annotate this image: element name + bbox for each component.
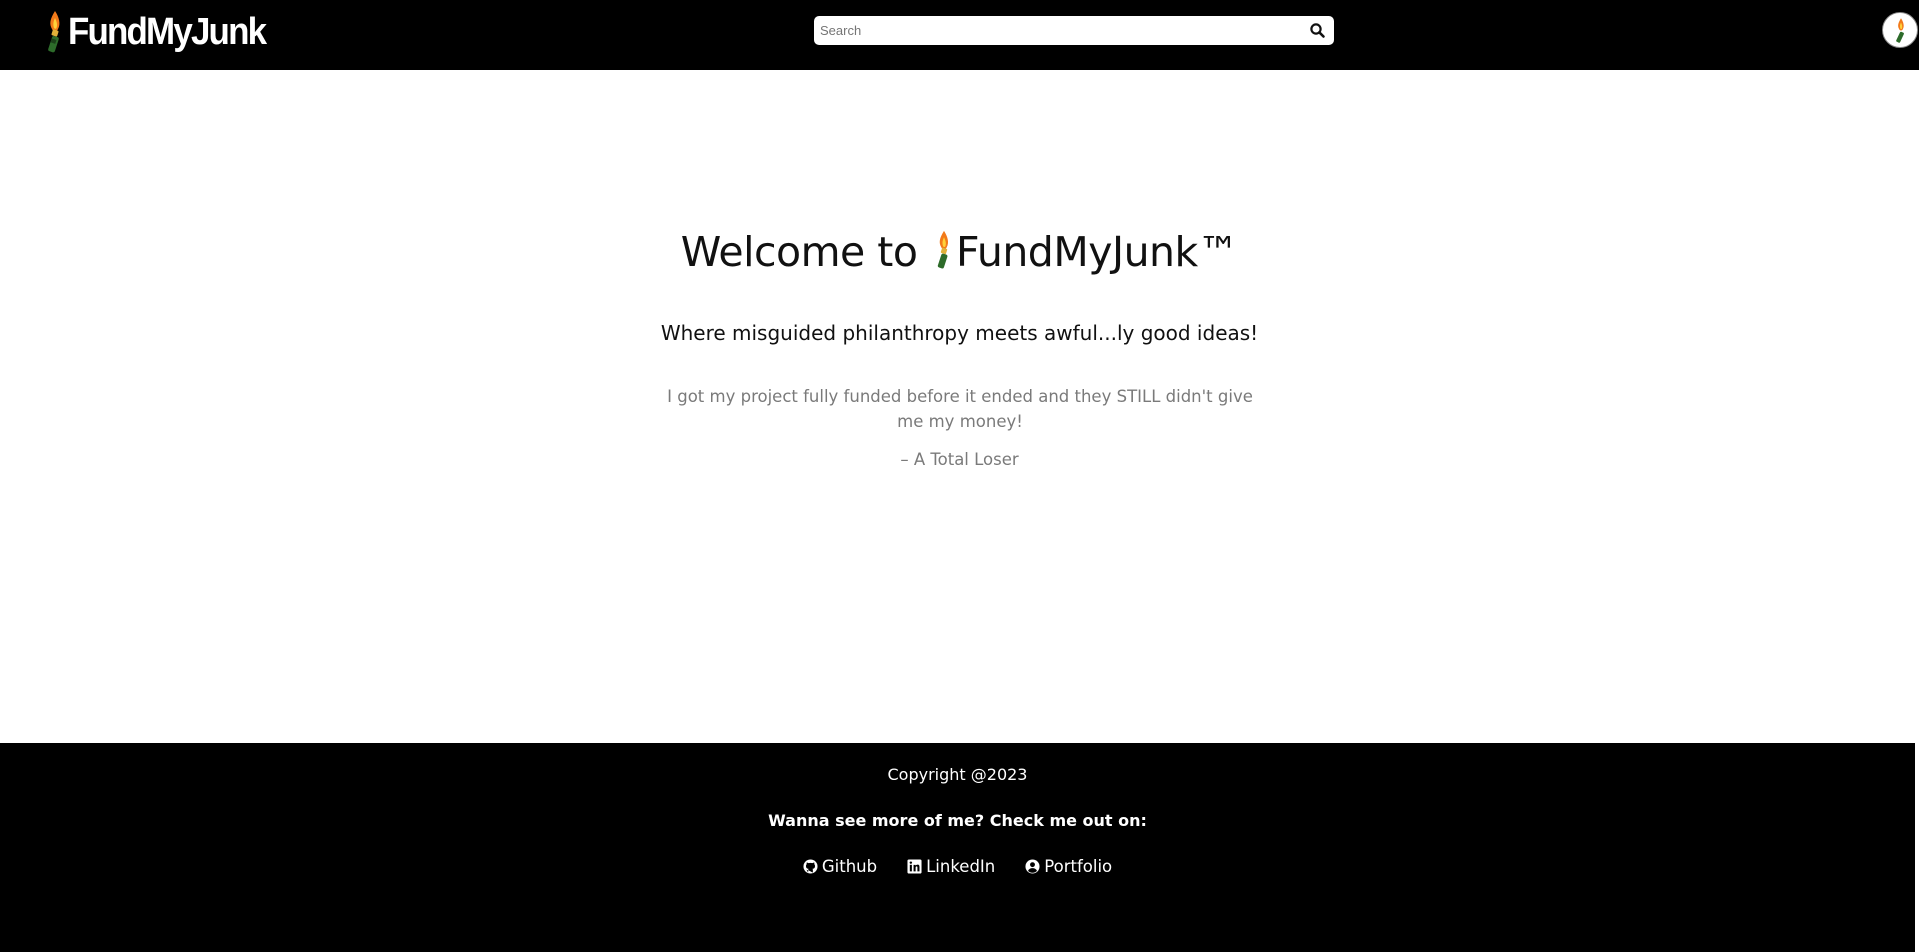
search-bar: [814, 16, 1334, 45]
page-edge: [1915, 743, 1919, 952]
github-link-label: Github: [821, 857, 878, 876]
welcome-heading: Welcome to FundMyJunk™: [0, 228, 1919, 276]
github-icon: [803, 859, 818, 874]
tagline: Where misguided philanthropy meets awful…: [660, 321, 1259, 345]
testimonial-quote: I got my project fully funded before it …: [667, 387, 1253, 431]
torch-icon: [937, 230, 949, 269]
copyright-text: Copyright @2023: [887, 765, 1028, 784]
portfolio-link[interactable]: Portfolio: [1025, 857, 1112, 876]
logo-text: FundMyJunk: [68, 10, 267, 53]
linkedin-link-label: LinkedIn: [926, 857, 996, 876]
testimonial-author: – A Total Loser: [900, 450, 1019, 469]
footer-links: Github LinkedIn Portfolio: [0, 857, 1915, 876]
welcome-prefix: Welcome to: [680, 228, 930, 276]
logo-link[interactable]: FundMyJunk: [44, 6, 282, 58]
linkedin-icon: [907, 859, 922, 874]
footer: Copyright @2023 Wanna see more of me? Ch…: [0, 743, 1915, 952]
user-circle-icon: [1025, 859, 1040, 874]
search-input[interactable]: [818, 18, 1292, 42]
footer-more-text: Wanna see more of me? Check me out on:: [768, 811, 1147, 830]
torch-avatar-icon: [1896, 18, 1904, 43]
welcome-brand: FundMyJunk™: [956, 228, 1239, 276]
search-icon[interactable]: [1309, 22, 1326, 39]
torch-logo-icon: [48, 11, 60, 53]
user-avatar-button[interactable]: [1882, 12, 1918, 48]
main-content: Welcome to FundMyJunk™ Where misguided p…: [0, 70, 1919, 743]
top-navbar: FundMyJunk: [0, 0, 1919, 70]
github-link[interactable]: Github: [803, 857, 877, 876]
portfolio-link-label: Portfolio: [1044, 857, 1113, 876]
linkedin-link[interactable]: LinkedIn: [907, 857, 995, 876]
